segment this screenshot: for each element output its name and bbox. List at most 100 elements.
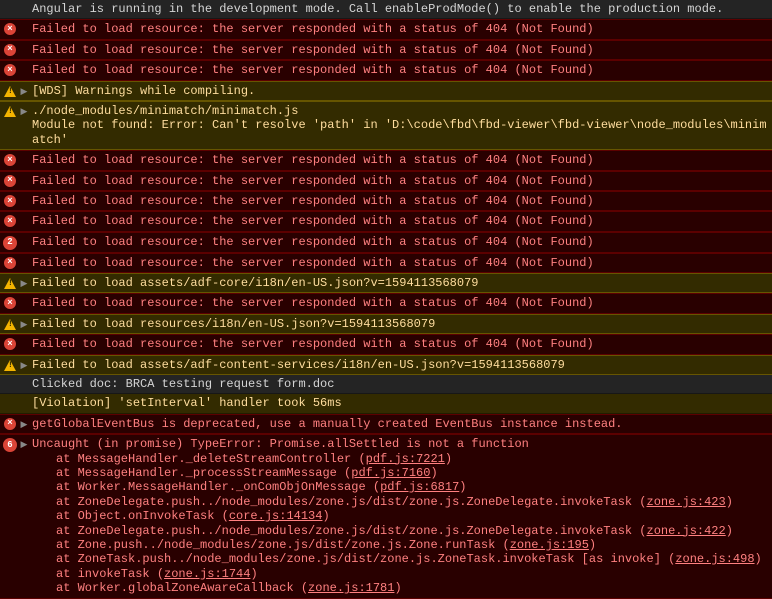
- count-badge: 6: [3, 438, 17, 452]
- expand-arrow-icon[interactable]: ▶: [18, 104, 30, 118]
- error-icon: ×: [4, 215, 16, 227]
- console-message[interactable]: × Failed to load resource: the server res…: [0, 40, 772, 60]
- expand-arrow-icon[interactable]: ▶: [18, 317, 30, 331]
- error-icon: ×: [4, 418, 16, 430]
- console-message[interactable]: × Failed to load resource: the server res…: [0, 293, 772, 313]
- message-text: Failed to load resource: the server resp…: [30, 43, 768, 57]
- warning-icon: [4, 360, 16, 371]
- source-link[interactable]: core.js:14134: [229, 509, 323, 523]
- expand-arrow-icon[interactable]: ▶: [18, 358, 30, 372]
- console-message[interactable]: × Failed to load resource: the server res…: [0, 60, 772, 80]
- console-message[interactable]: Clicked doc: BRCA testing request form.d…: [0, 375, 772, 394]
- stack-frame: at Zone.push../node_modules/zone.js/dist…: [32, 538, 768, 552]
- source-link[interactable]: pdf.js:6817: [380, 480, 459, 494]
- message-text: [WDS] Warnings while compiling.: [30, 84, 768, 98]
- message-text: Failed to load resource: the server resp…: [30, 153, 768, 167]
- message-text: Failed to load resource: the server resp…: [30, 235, 768, 249]
- message-text: Failed to load resource: the server resp…: [30, 174, 768, 188]
- console-message[interactable]: × Failed to load resource: the server res…: [0, 211, 772, 231]
- error-icon: ×: [4, 154, 16, 166]
- source-link[interactable]: pdf.js:7221: [366, 452, 445, 466]
- expand-arrow-icon: [18, 296, 30, 299]
- expand-arrow-icon[interactable]: ▶: [18, 417, 30, 431]
- console-message[interactable]: ×▶getGlobalEventBus is deprecated, use a…: [0, 414, 772, 434]
- message-text: Angular is running in the development mo…: [30, 2, 768, 16]
- error-icon: ×: [4, 175, 16, 187]
- expand-arrow-icon: [18, 256, 30, 259]
- error-icon: ×: [4, 23, 16, 35]
- error-icon: ×: [4, 338, 16, 350]
- console-message[interactable]: × Failed to load resource: the server res…: [0, 171, 772, 191]
- message-text: Failed to load resource: the server resp…: [30, 337, 768, 351]
- error-icon: ×: [4, 297, 16, 309]
- message-text: Failed to load resource: the server resp…: [30, 194, 768, 208]
- stack-frame: at ZoneDelegate.push../node_modules/zone…: [32, 524, 768, 538]
- message-text: Clicked doc: BRCA testing request form.d…: [30, 377, 768, 391]
- console-message[interactable]: [Violation] 'setInterval' handler took 5…: [0, 394, 772, 413]
- message-text: Failed to load resources/i18n/en-US.json…: [30, 317, 768, 331]
- console-message[interactable]: × Failed to load resource: the server res…: [0, 19, 772, 39]
- source-link[interactable]: pdf.js:7160: [351, 466, 430, 480]
- expand-arrow-icon: [18, 43, 30, 46]
- console-panel: Angular is running in the development mo…: [0, 0, 772, 599]
- expand-arrow-icon: [18, 153, 30, 156]
- expand-arrow-icon[interactable]: ▶: [18, 437, 30, 451]
- console-message[interactable]: Angular is running in the development mo…: [0, 0, 772, 19]
- stack-frame: at MessageHandler._processStreamMessage …: [32, 466, 768, 480]
- error-icon: ×: [4, 64, 16, 76]
- console-message-expanded[interactable]: 6▶Uncaught (in promise) TypeError: Promi…: [0, 434, 772, 598]
- message-text: getGlobalEventBus is deprecated, use a m…: [30, 417, 768, 431]
- console-message[interactable]: ▶Failed to load assets/adf-core/i18n/en-…: [0, 273, 772, 293]
- warning-icon: [4, 86, 16, 97]
- message-text: ./node_modules/minimatch/minimatch.js Mo…: [30, 104, 768, 147]
- source-link[interactable]: zone.js:1744: [164, 567, 250, 581]
- error-icon: ×: [4, 257, 16, 269]
- message-text: Failed to load resource: the server resp…: [30, 214, 768, 228]
- count-badge: 2: [3, 236, 17, 250]
- expand-arrow-icon[interactable]: ▶: [18, 84, 30, 98]
- console-message[interactable]: × Failed to load resource: the server res…: [0, 253, 772, 273]
- console-message[interactable]: ▶Failed to load resources/i18n/en-US.jso…: [0, 314, 772, 334]
- stack-frame: at Object.onInvokeTask (core.js:14134): [32, 509, 768, 523]
- source-link[interactable]: zone.js:422: [647, 524, 726, 538]
- expand-arrow-icon: [18, 63, 30, 66]
- stack-frame: at ZoneDelegate.push../node_modules/zone…: [32, 495, 768, 509]
- error-header: Uncaught (in promise) TypeError: Promise…: [32, 437, 768, 451]
- error-icon: ×: [4, 44, 16, 56]
- stack-frame: at invokeTask (zone.js:1744): [32, 567, 768, 581]
- expand-arrow-icon: [18, 235, 30, 238]
- message-text: Failed to load resource: the server resp…: [30, 296, 768, 310]
- expand-arrow-icon[interactable]: ▶: [18, 276, 30, 290]
- message-text: Failed to load resource: the server resp…: [30, 63, 768, 77]
- message-text: Failed to load assets/adf-core/i18n/en-U…: [30, 276, 768, 290]
- error-icon: ×: [4, 195, 16, 207]
- source-link[interactable]: zone.js:498: [675, 552, 754, 566]
- expand-arrow-icon: [18, 214, 30, 217]
- expand-arrow-icon: [18, 2, 30, 5]
- console-message[interactable]: × Failed to load resource: the server res…: [0, 334, 772, 354]
- expand-arrow-icon: [18, 337, 30, 340]
- message-text: Failed to load resource: the server resp…: [30, 22, 768, 36]
- stack-frame: at MessageHandler._deleteStreamControlle…: [32, 452, 768, 466]
- console-message[interactable]: ▶./node_modules/minimatch/minimatch.js M…: [0, 101, 772, 150]
- source-link[interactable]: zone.js:1781: [308, 581, 394, 595]
- console-message[interactable]: ▶Failed to load assets/adf-content-servi…: [0, 355, 772, 375]
- console-message[interactable]: ▶[WDS] Warnings while compiling.: [0, 81, 772, 101]
- expand-arrow-icon: [18, 22, 30, 25]
- warning-icon: [4, 278, 16, 289]
- message-text: Failed to load assets/adf-content-servic…: [30, 358, 768, 372]
- source-link[interactable]: zone.js:423: [647, 495, 726, 509]
- console-message[interactable]: × Failed to load resource: the server res…: [0, 150, 772, 170]
- stack-frame: at Worker.globalZoneAwareCallback (zone.…: [32, 581, 768, 595]
- message-text: Failed to load resource: the server resp…: [30, 256, 768, 270]
- expand-arrow-icon: [18, 396, 30, 399]
- warning-icon: [4, 106, 16, 117]
- source-link[interactable]: zone.js:195: [510, 538, 589, 552]
- console-message[interactable]: × Failed to load resource: the server res…: [0, 191, 772, 211]
- stack-frame: at Worker.MessageHandler._onComObjOnMess…: [32, 480, 768, 494]
- console-message[interactable]: 2 Failed to load resource: the server res…: [0, 232, 772, 253]
- stack-frame: at ZoneTask.push../node_modules/zone.js/…: [32, 552, 768, 566]
- expand-arrow-icon: [18, 194, 30, 197]
- expand-arrow-icon: [18, 174, 30, 177]
- message-text: [Violation] 'setInterval' handler took 5…: [30, 396, 768, 410]
